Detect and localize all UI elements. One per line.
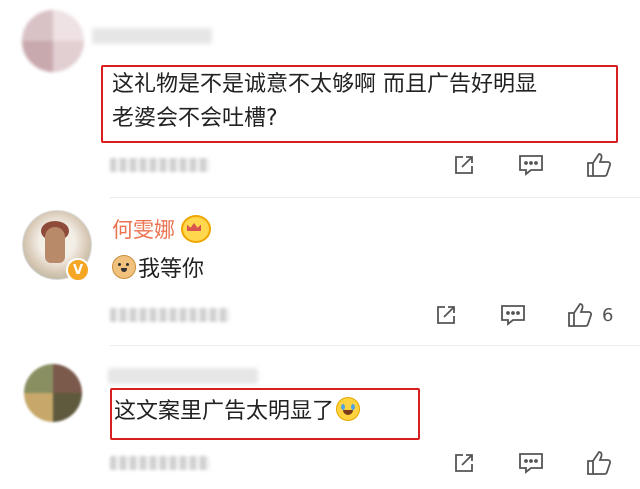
avatar[interactable] [22, 10, 84, 72]
comment-item: 这礼物是不是诚意不太够啊 而且广告好明显 老婆会不会吐槽? [0, 0, 640, 196]
divider [110, 345, 640, 346]
comment-button[interactable] [518, 153, 544, 177]
doge-emoji-icon [112, 255, 136, 279]
username[interactable]: 何雯娜 [112, 214, 211, 244]
laugh-cry-emoji-icon [336, 397, 361, 421]
comment-text-line: 老婆会不会吐槽? [112, 106, 278, 131]
comment-button[interactable] [500, 303, 526, 327]
timestamp-blurred [110, 158, 210, 172]
comment-text: 这礼物是不是诚意不太够啊 而且广告好明显 老婆会不会吐槽? [112, 68, 612, 136]
like-count: 6 [602, 304, 614, 326]
comment-icon [519, 155, 543, 176]
username-blurred [92, 28, 212, 44]
thumbs-up-icon [568, 303, 593, 327]
username-text: 何雯娜 [112, 218, 175, 242]
comment-icon [519, 453, 543, 474]
thumbs-up-icon [587, 153, 612, 177]
comment-text-line: 这礼物是不是诚意不太够啊 而且广告好明显 [112, 72, 537, 97]
avatar[interactable] [24, 364, 82, 422]
share-button[interactable] [452, 451, 476, 475]
timestamp-blurred [110, 456, 210, 470]
like-button[interactable]: 6 [566, 301, 613, 329]
comment-icon [501, 305, 525, 326]
comment-text-line: 这文案里广告太明显了 [114, 399, 335, 424]
share-button[interactable] [434, 303, 458, 327]
like-button[interactable] [585, 449, 613, 477]
comment-button[interactable] [518, 451, 544, 475]
thumbs-up-icon [587, 451, 612, 475]
comment-item [0, 198, 640, 344]
share-icon [455, 156, 473, 174]
comment-text: 我等你 [112, 253, 204, 287]
share-icon [455, 454, 473, 472]
comment-text: 这文案里广告太明显了 [114, 395, 361, 429]
verified-badge-icon: V [66, 258, 90, 282]
like-button[interactable] [585, 151, 613, 179]
timestamp-blurred [110, 308, 230, 322]
username-blurred [108, 368, 258, 384]
crown-icon [181, 215, 211, 243]
share-button[interactable] [452, 153, 476, 177]
comment-text-line: 我等你 [138, 257, 205, 282]
share-icon [437, 306, 455, 324]
